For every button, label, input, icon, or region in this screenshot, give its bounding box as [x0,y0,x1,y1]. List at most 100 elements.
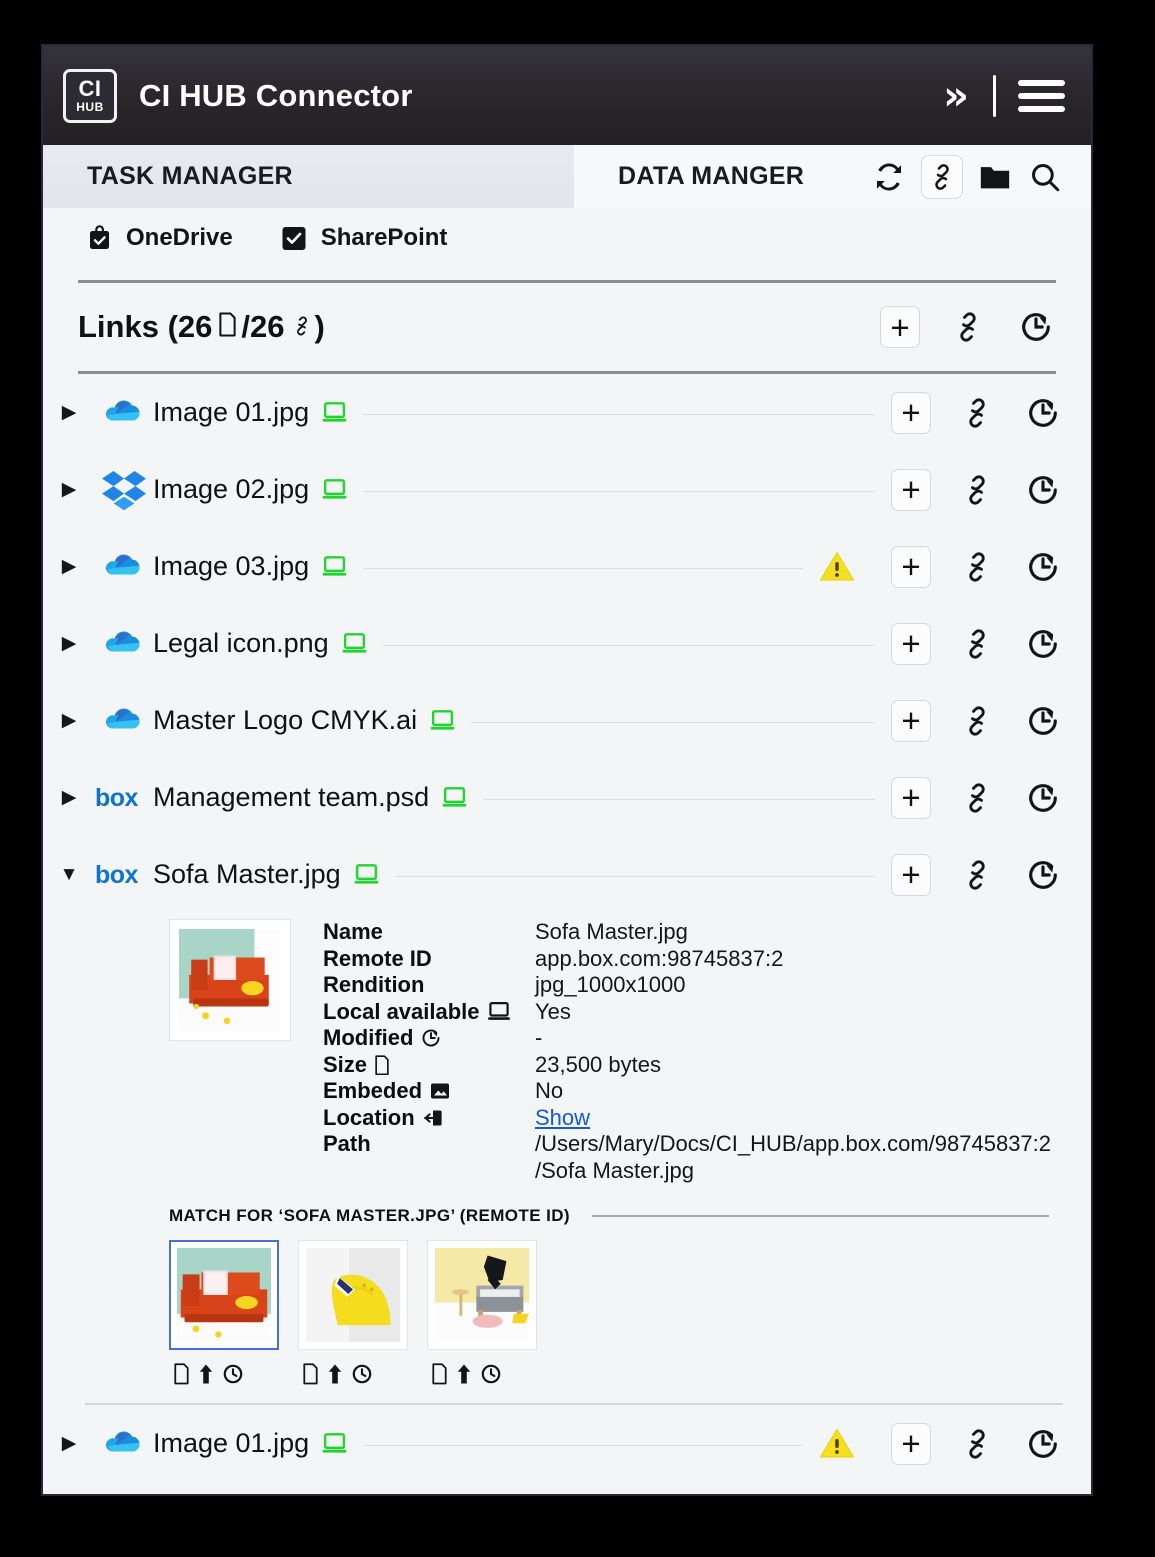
row-leader [394,876,875,877]
detail-thumbnail[interactable] [169,919,291,1041]
tab-data-manager[interactable]: DATA MANGER [574,145,1091,208]
add-link-button[interactable]: + [891,468,931,511]
match-item[interactable] [169,1240,279,1385]
add-link-button[interactable]: + [891,776,931,819]
row-leader [363,491,875,492]
clock-icon[interactable] [222,1363,244,1385]
tab-data-manager-label: DATA MANGER [618,162,805,190]
expand-toggle-icon[interactable]: ▶ [43,478,95,501]
grey-sofa-match[interactable] [427,1240,537,1350]
relink-button[interactable] [957,855,997,895]
match-item[interactable] [298,1240,408,1385]
onedrive-icon [95,398,153,428]
link-row[interactable]: ▶ Image 02.jpg + [43,451,1091,528]
folder-icon[interactable] [977,159,1013,195]
history-button[interactable] [1023,624,1063,664]
history-button[interactable] [1023,1424,1063,1464]
link-icon [291,315,313,337]
upload-arrow-icon[interactable] [197,1363,215,1385]
metadata-table: Name Sofa Master.jpg Remote ID app.box.com:… [323,919,1051,1184]
warning-triangle-icon[interactable] [819,1427,855,1460]
expand-toggle-icon[interactable]: ▶ [43,555,95,578]
refresh-sync-icon[interactable] [871,159,907,195]
link-row[interactable]: ▶ Legal icon.png + [43,605,1091,682]
links-list: ▶ Image 01.jpg + ▶ Image 02.jpg + ▶ Imag… [43,374,1091,913]
warning-triangle-icon[interactable] [819,550,855,583]
upload-arrow-icon[interactable] [455,1363,473,1385]
onedrive-checkbox-icon[interactable] [87,224,113,252]
history-button[interactable] [1023,547,1063,587]
source-sharepoint[interactable]: SharePoint [280,224,447,252]
link-row[interactable]: ▼ box Sofa Master.jpg + [43,836,1091,913]
metadata-value-7[interactable]: Show [535,1105,590,1132]
history-button[interactable] [1023,701,1063,741]
links-title-suffix: ) [314,309,325,344]
add-link-button[interactable]: + [891,699,931,742]
link-row[interactable]: ▶ box Management team.psd + [43,759,1091,836]
yellow-sofa-match[interactable] [298,1240,408,1350]
double-chevron-right-icon[interactable]: » [937,76,975,116]
sharepoint-checkbox-icon[interactable] [280,224,308,252]
document-icon[interactable] [431,1363,448,1385]
expand-toggle-icon[interactable]: ▶ [43,401,95,424]
metadata-value-0: Sofa Master.jpg [535,919,688,944]
expand-toggle-icon[interactable]: ▼ [43,864,95,886]
document-icon[interactable] [302,1363,319,1385]
relink-button[interactable] [957,547,997,587]
link-icon[interactable] [921,154,963,199]
metadata-value-5: 23,500 bytes [535,1051,661,1077]
metadata-row: Local available Yes [323,999,1051,1026]
add-link-button[interactable]: + [891,1422,931,1465]
link-row[interactable]: ▶ Image 03.jpg + [43,528,1091,605]
add-link-button[interactable]: + [891,853,931,896]
add-link-button[interactable]: + [891,622,931,665]
history-button[interactable] [1023,470,1063,510]
relink-button[interactable] [957,701,997,741]
relink-button[interactable] [957,1424,997,1464]
expand-toggle-icon[interactable]: ▶ [43,709,95,732]
metadata-row: Name Sofa Master.jpg [323,919,1051,946]
tab-task-manager[interactable]: TASK MANAGER [43,145,574,208]
metadata-path-line2: /Sofa Master.jpg [535,1157,694,1183]
expand-toggle-icon[interactable]: ▶ [43,1432,95,1455]
history-button[interactable] [1016,307,1056,347]
source-onedrive[interactable]: OneDrive [87,224,233,252]
add-link-button[interactable]: + [880,306,920,348]
laptop-icon [487,1001,511,1022]
relink-button[interactable] [957,624,997,664]
laptop-available-icon [322,555,347,578]
add-link-button[interactable]: + [891,391,931,434]
metadata-key-8: Path [323,1131,371,1156]
match-item[interactable] [427,1240,537,1385]
expand-toggle-icon[interactable]: ▶ [43,632,95,655]
link-row[interactable]: ▶ Image 01.jpg + [43,374,1091,451]
hamburger-menu-icon[interactable] [1014,79,1069,112]
row-actions: + [891,622,1063,665]
svg-text:box: box [95,784,139,812]
relink-button[interactable] [957,778,997,818]
laptop-available-icon [322,478,347,501]
clock-icon[interactable] [351,1363,373,1385]
clock-icon[interactable] [480,1363,502,1385]
link-row[interactable]: ▶ Master Logo CMYK.ai + [43,682,1091,759]
row-leader [471,722,875,723]
upload-arrow-icon[interactable] [326,1363,344,1385]
footer-row-name-0: Image 01.jpg [153,1428,310,1458]
history-button[interactable] [1023,393,1063,433]
history-button[interactable] [1023,778,1063,818]
relink-button[interactable] [948,307,988,347]
search-icon[interactable] [1027,159,1063,195]
relink-button[interactable] [957,393,997,433]
history-button[interactable] [1023,855,1063,895]
add-link-button[interactable]: + [891,545,931,588]
metadata-key-1: Remote ID [323,945,432,971]
expand-toggle-icon[interactable]: ▶ [43,786,95,809]
orange-sofa-match[interactable] [169,1240,279,1350]
link-row[interactable]: ▶ Image 01.jpg + [43,1405,1091,1482]
box-icon: box [95,784,153,812]
match-title: MATCH FOR ‘SOFA MASTER.JPG’ (REMOTE ID) [169,1206,570,1225]
relink-button[interactable] [957,470,997,510]
document-icon[interactable] [173,1363,190,1385]
metadata-row: Modified - [323,1025,1051,1052]
laptop-available-icon [342,632,367,655]
